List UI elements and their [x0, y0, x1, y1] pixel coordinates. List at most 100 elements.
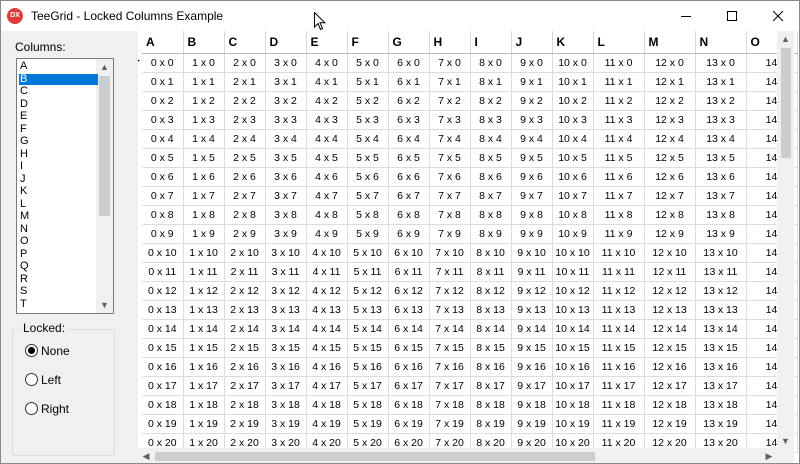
grid-cell[interactable]: 9 x 2 — [511, 91, 553, 111]
grid-cell[interactable]: 10 x 19 — [552, 414, 594, 434]
grid-cell[interactable]: 5 x 19 — [347, 414, 389, 434]
table-row[interactable]: 0 x 21 x 22 x 23 x 24 x 25 x 26 x 27 x 2… — [142, 91, 798, 111]
column-list-item[interactable]: B — [19, 73, 98, 85]
grid-cell[interactable]: 8 x 9 — [470, 224, 512, 244]
grid-cell[interactable]: 0 x 11 — [142, 262, 184, 282]
grid-cell[interactable]: 2 x 12 — [224, 281, 266, 301]
scroll-down-icon[interactable]: ▼ — [777, 433, 794, 449]
table-row[interactable]: 0 x 19 1 x 19 2 x 19 3 x 19 4 x 19 5 x 19 6 x … — [142, 414, 798, 434]
scroll-down-icon[interactable]: ▼ — [96, 297, 113, 313]
grid-cell[interactable]: 6 x 4 — [388, 129, 430, 149]
grid-cell[interactable]: 7 x 3 — [429, 110, 471, 130]
grid-cell[interactable]: 11 x 15 — [593, 338, 645, 358]
grid-cell[interactable]: 6 x 10 — [388, 243, 430, 263]
grid-cell[interactable]: 9 x 11 — [511, 262, 553, 282]
grid-cell[interactable]: 2 x 5 — [224, 148, 266, 168]
grid-cell[interactable]: 0 x 18 — [142, 395, 184, 415]
grid-cell[interactable]: 5 x 3 — [347, 110, 389, 130]
grid-cell[interactable]: 4 x 2 — [306, 91, 348, 111]
grid-cell[interactable]: 3 x 14 — [265, 319, 307, 339]
grid-cell[interactable]: 8 x 5 — [470, 148, 512, 168]
grid-cell[interactable]: 6 x 1 — [388, 72, 430, 92]
grid-cell[interactable]: 0 x 2 — [142, 91, 184, 111]
column-list-item[interactable]: R — [19, 273, 98, 285]
column-header[interactable]: G — [388, 31, 430, 54]
grid-cell[interactable]: 7 x 7 — [429, 186, 471, 206]
column-list-item[interactable]: Q — [19, 261, 98, 272]
grid-cell[interactable]: 8 x 15 — [470, 338, 512, 358]
grid-cell[interactable]: 0 x 10 — [142, 243, 184, 263]
column-header[interactable]: L — [593, 31, 645, 54]
grid-cell[interactable]: 4 x 9 — [306, 224, 348, 244]
grid-cell[interactable]: 6 x 6 — [388, 167, 430, 187]
grid-cell[interactable]: 5 x 1 — [347, 72, 389, 92]
grid-cell[interactable]: 1 x 4 — [183, 129, 225, 149]
scroll-left-icon[interactable]: ◀ — [138, 448, 154, 463]
grid-cell[interactable]: 11 x 6 — [593, 167, 645, 187]
grid-cell[interactable]: 13 x 9 — [695, 224, 747, 244]
column-list-item[interactable]: M — [19, 211, 98, 222]
grid-cell[interactable]: 2 x 8 — [224, 205, 266, 225]
grid-cell[interactable]: 4 x 0 — [306, 53, 348, 73]
grid-cell[interactable]: 2 x 16 — [224, 357, 266, 377]
grid-cell[interactable]: 11 x 14 — [593, 319, 645, 339]
grid-cell[interactable]: 10 x 0 — [552, 53, 594, 73]
grid-cell[interactable]: 11 x 10 — [593, 243, 645, 263]
grid-cell[interactable]: 13 x 10 — [695, 243, 747, 263]
grid-cell[interactable]: 3 x 7 — [265, 186, 307, 206]
grid-cell[interactable]: 1 x 17 — [183, 376, 225, 396]
column-list-item[interactable]: S — [19, 286, 98, 297]
grid-cell[interactable]: 2 x 17 — [224, 376, 266, 396]
grid-cell[interactable]: 7 x 8 — [429, 205, 471, 225]
grid-cell[interactable]: 3 x 16 — [265, 357, 307, 377]
maximize-button[interactable] — [709, 1, 755, 31]
grid-cell[interactable]: 0 x 4 — [142, 129, 184, 149]
grid-cell[interactable]: 11 x 7 — [593, 186, 645, 206]
grid-cell[interactable]: 0 x 7 — [142, 186, 184, 206]
grid-cell[interactable]: 10 x 3 — [552, 110, 594, 130]
table-row[interactable]: 0 x 18 1 x 18 2 x 18 3 x 18 4 x 18 5 x 18 6 x … — [142, 395, 798, 415]
grid-cell[interactable]: 7 x 6 — [429, 167, 471, 187]
grid-cell[interactable]: 12 x 3 — [644, 110, 696, 130]
grid-cell[interactable]: 9 x 15 — [511, 338, 553, 358]
column-list-item[interactable]: A — [19, 61, 98, 72]
grid-cell[interactable]: 7 x 12 — [429, 281, 471, 301]
grid-cell[interactable]: 5 x 5 — [347, 148, 389, 168]
grid-cell[interactable]: 5 x 13 — [347, 300, 389, 320]
grid-cell[interactable]: 2 x 9 — [224, 224, 266, 244]
grid-cell[interactable]: 7 x 10 — [429, 243, 471, 263]
grid-cell[interactable]: 10 x 17 — [552, 376, 594, 396]
column-list-item[interactable]: T — [19, 298, 98, 310]
column-header[interactable]: I — [470, 31, 512, 54]
grid-cell[interactable]: 4 x 12 — [306, 281, 348, 301]
grid-cell[interactable]: 2 x 18 — [224, 395, 266, 415]
grid-cell[interactable]: 10 x 12 — [552, 281, 594, 301]
grid-cell[interactable]: 0 x 17 — [142, 376, 184, 396]
column-list-item[interactable]: N — [19, 223, 98, 235]
grid-cell[interactable]: 13 x 14 — [695, 319, 747, 339]
table-row[interactable]: 0 x 12 1 x 12 2 x 12 3 x 12 4 x 12 5 x 12 6 x … — [142, 281, 798, 301]
grid-cell[interactable]: 8 x 14 — [470, 319, 512, 339]
grid-cell[interactable]: 3 x 4 — [265, 129, 307, 149]
grid-cell[interactable]: 12 x 11 — [644, 262, 696, 282]
scroll-thumb[interactable] — [781, 48, 791, 158]
grid-cell[interactable]: 5 x 17 — [347, 376, 389, 396]
grid-cell[interactable]: 12 x 4 — [644, 129, 696, 149]
grid-cell[interactable]: 8 x 17 — [470, 376, 512, 396]
grid-cell[interactable]: 1 x 15 — [183, 338, 225, 358]
grid-cell[interactable]: 11 x 4 — [593, 129, 645, 149]
scroll-up-icon[interactable]: ▲ — [96, 59, 113, 75]
grid-cell[interactable]: 7 x 16 — [429, 357, 471, 377]
grid-cell[interactable]: 4 x 7 — [306, 186, 348, 206]
grid-cell[interactable]: 6 x 8 — [388, 205, 430, 225]
grid-cell[interactable]: 11 x 2 — [593, 91, 645, 111]
column-header[interactable]: K — [552, 31, 594, 54]
grid-cell[interactable]: 1 x 19 — [183, 414, 225, 434]
grid-cell[interactable]: 9 x 7 — [511, 186, 553, 206]
grid-cell[interactable]: 0 x 5 — [142, 148, 184, 168]
grid-cell[interactable]: 5 x 6 — [347, 167, 389, 187]
grid-cell[interactable]: 12 x 9 — [644, 224, 696, 244]
grid-cell[interactable]: 10 x 11 — [552, 262, 594, 282]
grid-cell[interactable]: 11 x 16 — [593, 357, 645, 377]
grid-cell[interactable]: 7 x 18 — [429, 395, 471, 415]
